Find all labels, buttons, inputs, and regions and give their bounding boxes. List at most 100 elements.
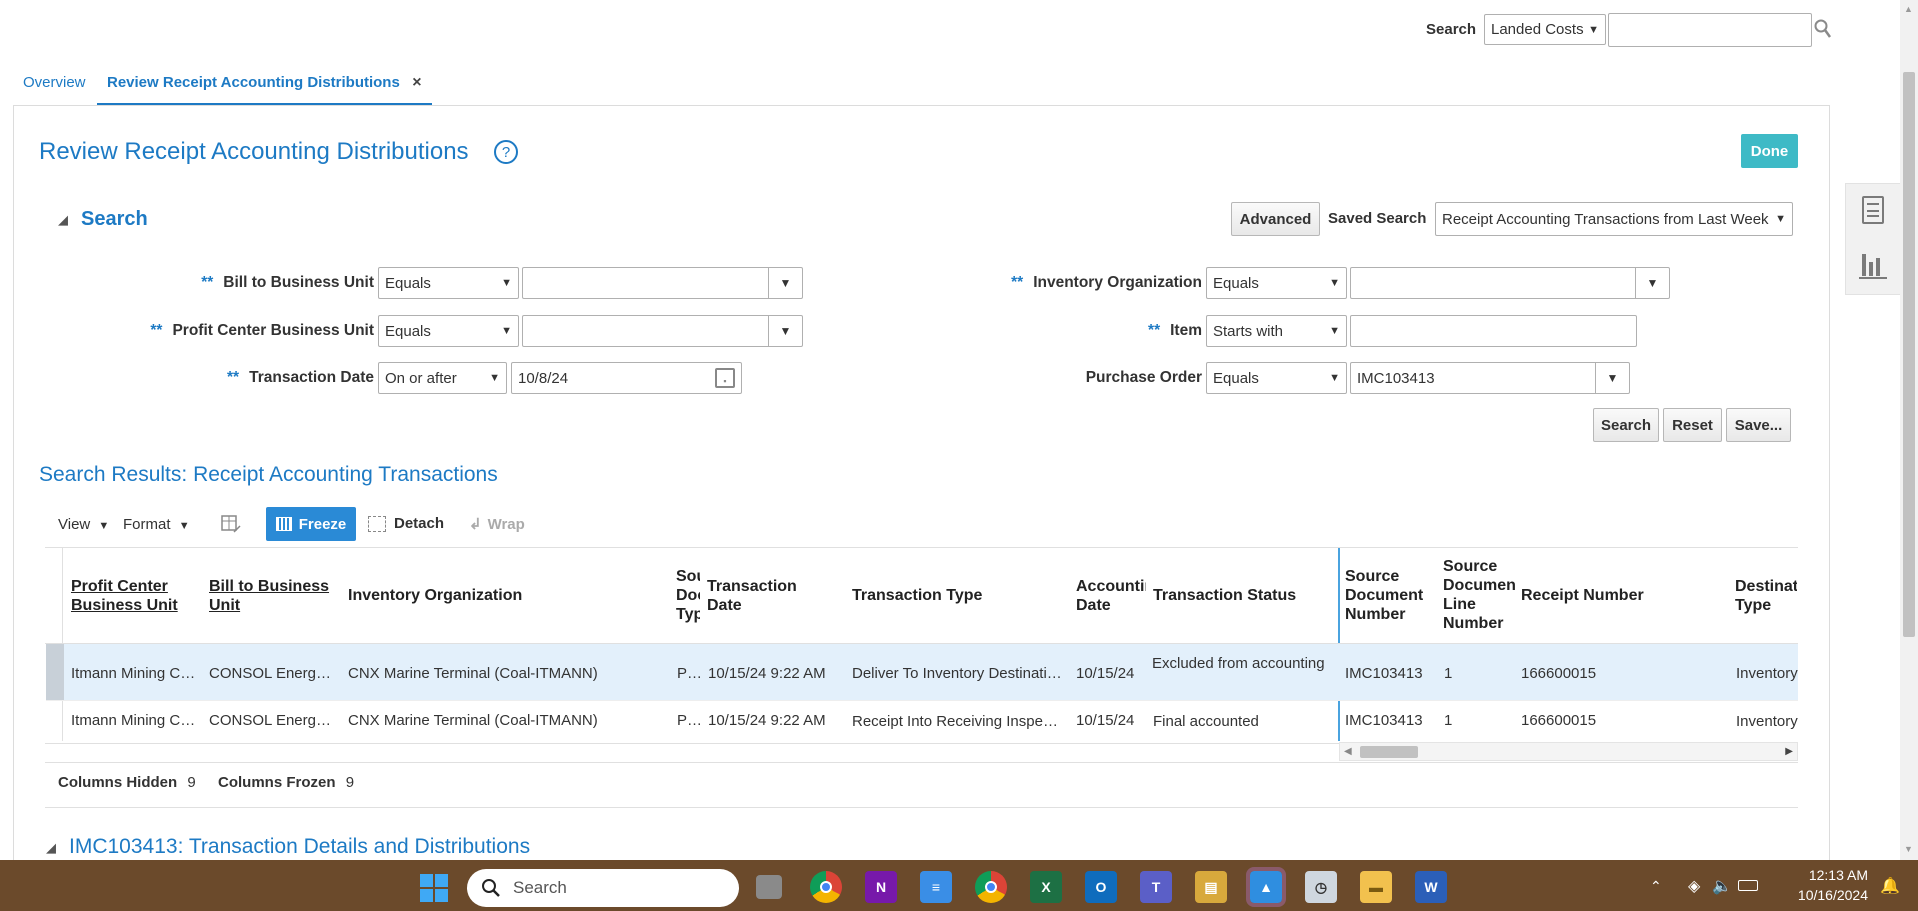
- format-menu[interactable]: Format ▼: [123, 516, 190, 533]
- collapse-icon[interactable]: ◢: [58, 212, 68, 228]
- col-header-accounting-date[interactable]: Accounting Date: [1076, 577, 1146, 617]
- advanced-button[interactable]: Advanced: [1231, 202, 1320, 236]
- chevron-down-icon: ▼: [501, 325, 512, 337]
- bill-to-label: ** Bill to Business Unit: [201, 274, 374, 291]
- columns-icon[interactable]: [220, 513, 242, 535]
- windows-start-icon[interactable]: [420, 874, 448, 902]
- global-search-label: Search: [1426, 21, 1477, 38]
- cell-destination-type: Inventory: [1736, 713, 1798, 730]
- help-icon[interactable]: ?: [494, 140, 518, 164]
- purchase-order-operator-select[interactable]: Equals ▼: [1206, 362, 1347, 394]
- col-header-destination-type[interactable]: Destination Type: [1735, 577, 1797, 617]
- bill-to-input[interactable]: ▼: [522, 267, 803, 299]
- wifi-icon[interactable]: ◈: [1688, 876, 1700, 896]
- details-section-title[interactable]: IMC103413: Transaction Details and Distr…: [69, 835, 530, 859]
- chrome-icon[interactable]: [810, 871, 842, 903]
- onenote-icon[interactable]: N: [865, 871, 897, 903]
- reset-button[interactable]: Reset: [1663, 408, 1722, 442]
- vertical-scrollbar[interactable]: ▲ ▼: [1900, 0, 1918, 860]
- saved-search-select[interactable]: Receipt Accounting Transactions from Las…: [1435, 202, 1793, 236]
- clock-app-icon[interactable]: ◷: [1305, 871, 1337, 903]
- dropdown-icon[interactable]: ▼: [1595, 362, 1629, 394]
- photos-icon[interactable]: ▲: [1246, 867, 1286, 907]
- item-input[interactable]: [1350, 315, 1637, 347]
- taskbar-search[interactable]: Search: [467, 869, 739, 907]
- purchase-order-input[interactable]: IMC103413 ▼: [1350, 362, 1630, 394]
- search-button[interactable]: Search: [1593, 408, 1659, 442]
- col-header-receipt-number[interactable]: Receipt Number: [1521, 586, 1661, 605]
- volume-icon[interactable]: 🔈: [1712, 876, 1732, 896]
- chrome-profile-icon[interactable]: [975, 871, 1007, 903]
- archive-icon[interactable]: ▤: [1195, 871, 1227, 903]
- profit-center-label: ** Profit Center Business Unit: [150, 322, 374, 339]
- file-explorer-icon[interactable]: ▬: [1360, 871, 1392, 903]
- purchase-order-label: Purchase Order: [1085, 369, 1202, 386]
- profit-center-input[interactable]: ▼: [522, 315, 803, 347]
- global-search-input[interactable]: [1608, 13, 1812, 47]
- clock-date[interactable]: 10/16/2024: [1788, 887, 1868, 903]
- col-header-bill-to[interactable]: Bill to Business Unit: [209, 577, 339, 615]
- search-icon[interactable]: [1814, 18, 1832, 40]
- teams-icon[interactable]: T: [1140, 871, 1172, 903]
- detach-icon: [368, 515, 386, 532]
- dropdown-icon[interactable]: ▼: [768, 315, 802, 347]
- search-section-title[interactable]: Search: [81, 208, 148, 231]
- detach-button[interactable]: Detach: [368, 515, 444, 532]
- horizontal-scrollbar[interactable]: ◀ ▶: [1339, 742, 1798, 761]
- tab-review-receipt-accounting[interactable]: Review Receipt Accounting Distributions …: [97, 64, 432, 106]
- scrollbar-thumb[interactable]: [1360, 746, 1418, 758]
- view-menu[interactable]: View ▼: [58, 516, 109, 533]
- dropdown-icon[interactable]: ▼: [1635, 267, 1669, 299]
- transaction-date-operator-select[interactable]: On or after ▼: [378, 362, 507, 394]
- excel-icon[interactable]: X: [1030, 871, 1062, 903]
- close-icon[interactable]: ×: [412, 74, 421, 91]
- scroll-up-icon[interactable]: ▲: [1904, 4, 1913, 14]
- profit-center-operator-select[interactable]: Equals ▼: [378, 315, 519, 347]
- col-header-source-doc-type[interactable]: Source Document Type: [676, 567, 700, 624]
- col-header-transaction-date[interactable]: Transaction Date: [707, 577, 807, 615]
- battery-icon[interactable]: [1738, 880, 1758, 891]
- calendar-icon[interactable]: ▪: [715, 368, 735, 388]
- bar-chart-icon[interactable]: [1858, 248, 1888, 280]
- global-search-category-select[interactable]: Landed Costs ▼: [1484, 14, 1606, 45]
- scroll-down-icon[interactable]: ▼: [1904, 844, 1913, 854]
- cell-source-doc-type: P…: [677, 712, 702, 729]
- notification-bell-icon[interactable]: 🔔: [1880, 876, 1900, 896]
- save-search-button[interactable]: Save...: [1726, 408, 1791, 442]
- document-icon[interactable]: [1862, 196, 1884, 224]
- columns-hidden: Columns Hidden 9: [58, 774, 196, 791]
- task-view-icon[interactable]: [756, 875, 782, 899]
- saved-search-label: Saved Search: [1328, 210, 1427, 227]
- scrollbar-thumb[interactable]: [1903, 72, 1915, 637]
- inventory-org-operator-select[interactable]: Equals ▼: [1206, 267, 1347, 299]
- chevron-down-icon: ▼: [1775, 213, 1786, 225]
- notepad-icon[interactable]: ≡: [920, 871, 952, 903]
- col-header-profit-center[interactable]: Profit Center Business Unit: [71, 577, 191, 615]
- cell-bill-to: CONSOL Energ…: [209, 712, 331, 729]
- transaction-date-input[interactable]: 10/8/24 ▪: [511, 362, 742, 394]
- scroll-left-icon[interactable]: ◀: [1344, 746, 1352, 757]
- col-header-transaction-status[interactable]: Transaction Status: [1153, 586, 1333, 605]
- col-header-inventory-org[interactable]: Inventory Organization: [348, 586, 588, 605]
- freeze-icon: [275, 517, 292, 531]
- bill-to-operator-select[interactable]: Equals ▼: [378, 267, 519, 299]
- item-operator-select[interactable]: Starts with ▼: [1206, 315, 1347, 347]
- row-selector[interactable]: [46, 644, 64, 700]
- cell-transaction-date: 10/15/24 9:22 AM: [708, 665, 826, 682]
- col-header-source-doc-line[interactable]: Source Document Line Number: [1443, 557, 1515, 633]
- inventory-org-input[interactable]: ▼: [1350, 267, 1670, 299]
- col-header-transaction-type[interactable]: Transaction Type: [852, 586, 1042, 605]
- clock-time[interactable]: 12:13 AM: [1788, 867, 1868, 883]
- tab-overview[interactable]: Overview: [23, 74, 86, 91]
- wrap-button[interactable]: ↲ Wrap: [469, 515, 525, 534]
- outlook-icon[interactable]: O: [1085, 871, 1117, 903]
- scroll-right-icon[interactable]: ▶: [1785, 746, 1793, 757]
- tray-chevron-up-icon[interactable]: ⌃: [1650, 878, 1662, 895]
- col-header-source-doc-number[interactable]: Source Document Number: [1345, 567, 1430, 624]
- chevron-down-icon: ▼: [1329, 372, 1340, 384]
- freeze-button[interactable]: Freeze: [266, 507, 356, 541]
- collapse-icon[interactable]: ◢: [46, 840, 56, 856]
- dropdown-icon[interactable]: ▼: [768, 267, 802, 299]
- word-icon[interactable]: W: [1415, 871, 1447, 903]
- done-button[interactable]: Done: [1741, 134, 1798, 168]
